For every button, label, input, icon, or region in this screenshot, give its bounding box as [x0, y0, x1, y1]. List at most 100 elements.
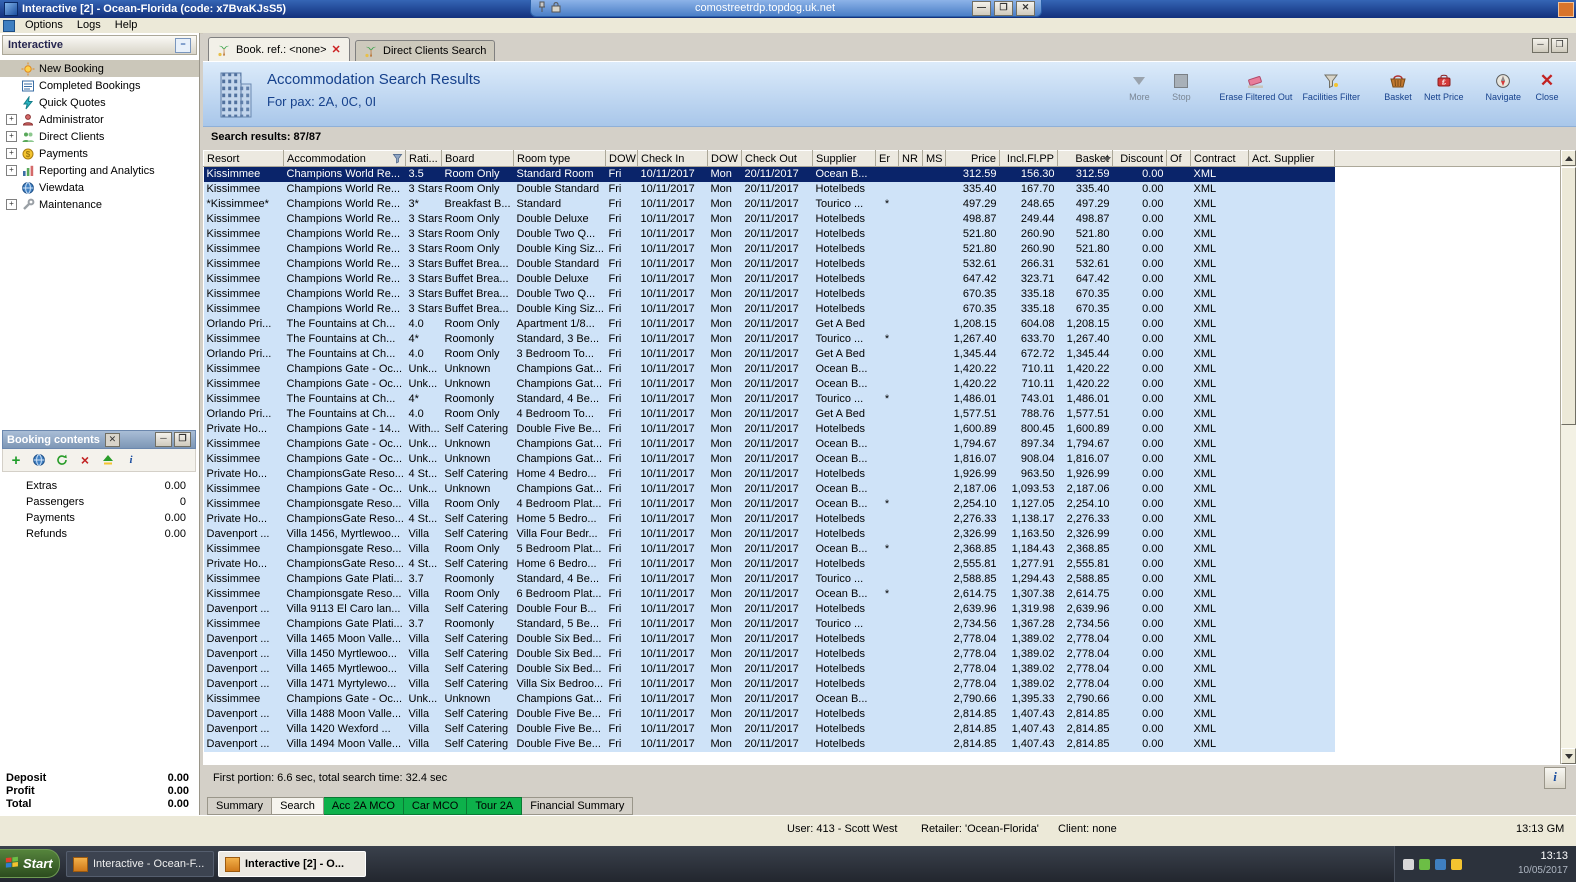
col-price[interactable]: Price — [945, 150, 1000, 167]
table-row[interactable]: Kissimmee Champions World Re... 3 Stars Ro… — [203, 227, 1561, 242]
col-board[interactable]: Board — [441, 150, 514, 167]
table-row[interactable]: Kissimmee Champions World Re... 3 Stars Bu… — [203, 287, 1561, 302]
panel-minimize-icon[interactable]: ─ — [155, 432, 172, 447]
sidebar-item-maintenance[interactable]: + Maintenance — [0, 196, 199, 213]
booking-row-payments[interactable]: Payments 0.00 — [2, 510, 196, 526]
taskbar-item-interactive-2[interactable]: Interactive [2] - O... — [218, 851, 366, 877]
expand-icon[interactable]: + — [6, 131, 17, 142]
delete-icon[interactable]: × — [77, 452, 93, 468]
panel-close-icon[interactable]: ✕ — [104, 432, 120, 447]
scroll-down-icon[interactable] — [1561, 748, 1576, 764]
nett-price-button[interactable]: £ Nett Price — [1419, 69, 1469, 104]
vertical-scrollbar[interactable] — [1560, 150, 1576, 764]
table-row[interactable]: Kissimmee Champions World Re... 3 Stars Bu… — [203, 302, 1561, 317]
booking-row-passengers[interactable]: Passengers 0 — [2, 494, 196, 510]
window-close-button[interactable] — [1558, 2, 1574, 17]
table-row[interactable]: Kissimmee Champions World Re... 3 Stars Ro… — [203, 182, 1561, 197]
col-accommodation[interactable]: Accommodation — [283, 150, 406, 167]
tab-close-icon[interactable]: ✕ — [332, 44, 341, 55]
table-row[interactable]: Kissimmee Championsgate Reso... Villa Room… — [203, 497, 1561, 512]
table-row[interactable]: Kissimmee Champions Gate - Oc... Unk... Un… — [203, 437, 1561, 452]
tab-summary[interactable]: Summary — [207, 797, 273, 815]
start-button[interactable]: Start — [0, 849, 60, 878]
table-row[interactable]: Kissimmee The Fountains at Ch... 4* Roomon… — [203, 392, 1561, 407]
col-er[interactable]: Er — [875, 150, 899, 167]
col-supplier[interactable]: Supplier — [812, 150, 876, 167]
table-row[interactable]: Kissimmee Champions World Re... 3 Stars Ro… — [203, 242, 1561, 257]
table-row[interactable]: Orlando Pri... The Fountains at Ch... 4.0… — [203, 317, 1561, 332]
globe-icon[interactable] — [31, 452, 47, 468]
mdi-minimize-icon[interactable]: ─ — [1532, 38, 1549, 53]
tab-acc-2a-mco[interactable]: Acc 2A MCO — [323, 797, 404, 815]
table-row[interactable]: Kissimmee Champions World Re... 3 Stars Bu… — [203, 272, 1561, 287]
col-ms[interactable]: MS — [922, 150, 946, 167]
tab-booking-ref[interactable]: Book. ref.: <none> ✕ — [208, 37, 350, 61]
table-row[interactable]: Davenport ... Villa 1456, Myrtlewoo... Vi… — [203, 527, 1561, 542]
sidebar-item-new-booking[interactable]: New Booking — [0, 60, 199, 77]
sidebar-item-reporting-analytics[interactable]: + Reporting and Analytics — [0, 162, 199, 179]
table-row[interactable]: *Kissimmee* Champions World Re... 3* Break… — [203, 197, 1561, 212]
sidebar-item-completed-bookings[interactable]: Completed Bookings — [0, 77, 199, 94]
table-row[interactable]: Private Ho... ChampionsGate Reso... 4 St.… — [203, 512, 1561, 527]
panel-restore-icon[interactable]: ❐ — [174, 432, 191, 447]
more-button[interactable]: More — [1118, 69, 1160, 104]
pin-icon[interactable] — [537, 1, 547, 16]
table-row[interactable]: Davenport ... Villa 1420 Wexford ... Vill… — [203, 722, 1561, 737]
tray-volume-icon[interactable] — [1451, 858, 1462, 870]
table-row[interactable]: Kissimmee Champions Gate - Oc... Unk... Un… — [203, 362, 1561, 377]
table-row[interactable]: Kissimmee Champions Gate - Oc... Unk... Un… — [203, 377, 1561, 392]
tray-display-icon[interactable] — [1403, 858, 1414, 870]
col-contract[interactable]: Contract — [1190, 150, 1249, 167]
scroll-up-icon[interactable] — [1561, 150, 1576, 166]
expand-icon[interactable]: + — [6, 199, 17, 210]
tab-car-mco[interactable]: Car MCO — [403, 797, 468, 815]
tab-direct-clients-search[interactable]: Direct Clients Search — [355, 40, 496, 61]
sidebar-item-viewdata[interactable]: Viewdata — [0, 179, 199, 196]
info-button[interactable]: i — [1544, 766, 1566, 789]
table-row[interactable]: Davenport ... Villa 1450 Myrtlewoo... Vil… — [203, 647, 1561, 662]
menu-logs[interactable]: Logs — [70, 18, 108, 33]
table-row[interactable]: Kissimmee Championsgate Reso... Villa Room… — [203, 542, 1561, 557]
sidebar-item-payments[interactable]: + $ Payments — [0, 145, 199, 162]
menu-help[interactable]: Help — [108, 18, 145, 33]
col-discount[interactable]: Discount — [1112, 150, 1167, 167]
expand-icon[interactable]: + — [6, 114, 17, 125]
mdi-restore-icon[interactable]: ❐ — [1551, 38, 1568, 53]
tab-financial-summary[interactable]: Financial Summary — [522, 797, 634, 815]
sidebar-item-administrator[interactable]: + Administrator — [0, 111, 199, 128]
table-row[interactable]: Kissimmee Championsgate Reso... Villa Room… — [203, 587, 1561, 602]
menu-options[interactable]: Options — [18, 18, 70, 33]
table-row[interactable]: Davenport ... Villa 1494 Moon Valle... Vi… — [203, 737, 1561, 752]
sidebar-collapse-button[interactable]: − — [175, 37, 191, 53]
navigate-button[interactable]: Navigate — [1480, 69, 1526, 104]
col-check-out[interactable]: Check Out — [741, 150, 813, 167]
tray-clock[interactable]: 13:13 10/05/2017 — [1518, 850, 1568, 878]
table-row[interactable]: Private Ho... Champions Gate - 14... With… — [203, 422, 1561, 437]
expand-icon[interactable]: + — [6, 148, 17, 159]
sidebar-item-direct-clients[interactable]: + Direct Clients — [0, 128, 199, 145]
move-up-icon[interactable] — [100, 452, 116, 468]
table-row[interactable]: Kissimmee Champions World Re... 3.5 Room O… — [203, 166, 1561, 182]
col-room-type[interactable]: Room type — [513, 150, 606, 167]
table-row[interactable]: Orlando Pri... The Fountains at Ch... 4.0… — [203, 347, 1561, 362]
table-row[interactable]: Kissimmee Champions Gate Plati... 3.7 Room… — [203, 617, 1561, 632]
table-row[interactable]: Kissimmee Champions World Re... 3 Stars Ro… — [203, 212, 1561, 227]
add-icon[interactable]: + — [8, 452, 24, 469]
col-incl-fl-pp[interactable]: Incl.Fl.PP — [999, 150, 1058, 167]
table-row[interactable]: Davenport ... Villa 1488 Moon Valle... Vi… — [203, 707, 1561, 722]
expand-icon[interactable]: + — [6, 165, 17, 176]
tab-search[interactable]: Search — [272, 797, 324, 815]
basket-button[interactable]: Basket — [1377, 69, 1419, 104]
close-results-button[interactable]: ✕ Close — [1526, 69, 1568, 104]
col-basket[interactable]: Basket — [1057, 150, 1113, 167]
table-row[interactable]: Davenport ... Villa 1465 Myrtlewoo... Vil… — [203, 662, 1561, 677]
col-dow-in[interactable]: DOW — [605, 150, 638, 167]
table-row[interactable]: Private Ho... ChampionsGate Reso... 4 St.… — [203, 467, 1561, 482]
table-row[interactable]: Kissimmee Champions Gate Plati... 3.7 Room… — [203, 572, 1561, 587]
col-of[interactable]: Of — [1166, 150, 1191, 167]
rdp-minimize-button[interactable]: — — [972, 0, 991, 16]
table-row[interactable]: Kissimmee Champions Gate - Oc... Unk... Un… — [203, 692, 1561, 707]
tray-shield-icon[interactable] — [1419, 858, 1430, 870]
table-row[interactable]: Davenport ... Villa 1465 Moon Valle... Vi… — [203, 632, 1561, 647]
col-dow-out[interactable]: DOW — [707, 150, 742, 167]
